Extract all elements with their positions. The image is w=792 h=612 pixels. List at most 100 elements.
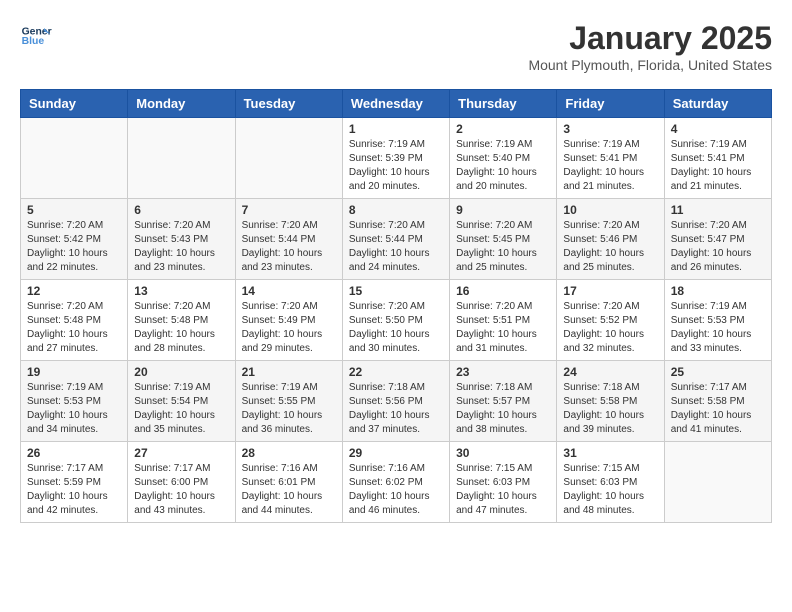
calendar-cell: 6 Sunrise: 7:20 AM Sunset: 5:43 PM Daylig… (128, 199, 235, 280)
day-detail: Sunrise: 7:19 AM Sunset: 5:55 PM Dayligh… (242, 381, 336, 437)
calendar-cell: 18Sunrise: 7:19 AM Sunset: 5:53 PM Dayli… (664, 280, 771, 361)
day-number: 23 (456, 365, 550, 379)
day-detail: Sunrise: 7:18 AM Sunset: 5:57 PM Dayligh… (456, 381, 550, 437)
day-detail: Sunrise: 7:20 AM Sunset: 5:45 PM Dayligh… (456, 219, 550, 275)
calendar-cell: 29 Sunrise: 7:16 AM Sunset: 6:02 PM Dayli… (342, 442, 449, 523)
day-detail: Sunrise: 7:20 AM Sunset: 5:44 PM Dayligh… (349, 219, 443, 275)
month-title: January 2025 (528, 20, 772, 57)
weekday-header-tuesday: Tuesday (235, 90, 342, 118)
day-detail: Sunrise: 7:19 AM Sunset: 5:54 PM Dayligh… (134, 381, 228, 437)
day-detail: Sunrise: 7:18 AM Sunset: 5:58 PM Dayligh… (563, 381, 657, 437)
day-detail: Sunrise: 7:20 AM Sunset: 5:46 PM Dayligh… (563, 219, 657, 275)
calendar-cell: 27 Sunrise: 7:17 AM Sunset: 6:00 PM Dayli… (128, 442, 235, 523)
location-text: Mount Plymouth, Florida, United States (528, 57, 772, 73)
day-detail: Sunrise: 7:19 AM Sunset: 5:41 PM Dayligh… (563, 138, 657, 194)
calendar-cell: 20 Sunrise: 7:19 AM Sunset: 5:54 PM Dayli… (128, 361, 235, 442)
day-number: 29 (349, 446, 443, 460)
calendar-cell: 10 Sunrise: 7:20 AM Sunset: 5:46 PM Dayli… (557, 199, 664, 280)
weekday-header-saturday: Saturday (664, 90, 771, 118)
calendar-week-row: 19Sunrise: 7:19 AM Sunset: 5:53 PM Dayli… (21, 361, 772, 442)
day-number: 8 (349, 203, 443, 217)
day-number: 24 (563, 365, 657, 379)
calendar-cell: 23 Sunrise: 7:18 AM Sunset: 5:57 PM Dayli… (450, 361, 557, 442)
day-detail: Sunrise: 7:19 AM Sunset: 5:41 PM Dayligh… (671, 138, 765, 194)
calendar-week-row: 26 Sunrise: 7:17 AM Sunset: 5:59 PM Dayli… (21, 442, 772, 523)
calendar-cell: 12 Sunrise: 7:20 AM Sunset: 5:48 PM Dayli… (21, 280, 128, 361)
calendar-cell: 2 Sunrise: 7:19 AM Sunset: 5:40 PM Daylig… (450, 118, 557, 199)
day-detail: Sunrise: 7:17 AM Sunset: 5:58 PM Dayligh… (671, 381, 765, 437)
day-detail: Sunrise: 7:20 AM Sunset: 5:49 PM Dayligh… (242, 300, 336, 356)
day-number: 28 (242, 446, 336, 460)
calendar-table: SundayMondayTuesdayWednesdayThursdayFrid… (20, 89, 772, 523)
day-detail: Sunrise: 7:19 AM Sunset: 5:53 PM Dayligh… (671, 300, 765, 356)
day-number: 26 (27, 446, 121, 460)
weekday-header-friday: Friday (557, 90, 664, 118)
calendar-cell: 14 Sunrise: 7:20 AM Sunset: 5:49 PM Dayli… (235, 280, 342, 361)
day-detail: Sunrise: 7:16 AM Sunset: 6:02 PM Dayligh… (349, 462, 443, 518)
calendar-cell: 30Sunrise: 7:15 AM Sunset: 6:03 PM Dayli… (450, 442, 557, 523)
day-detail: Sunrise: 7:20 AM Sunset: 5:51 PM Dayligh… (456, 300, 550, 356)
calendar-cell: 19Sunrise: 7:19 AM Sunset: 5:53 PM Dayli… (21, 361, 128, 442)
day-number: 22 (349, 365, 443, 379)
day-number: 5 (27, 203, 121, 217)
day-detail: Sunrise: 7:20 AM Sunset: 5:43 PM Dayligh… (134, 219, 228, 275)
day-number: 20 (134, 365, 228, 379)
day-number: 10 (563, 203, 657, 217)
logo: General Blue (20, 20, 52, 52)
day-detail: Sunrise: 7:20 AM Sunset: 5:42 PM Dayligh… (27, 219, 121, 275)
day-detail: Sunrise: 7:19 AM Sunset: 5:40 PM Dayligh… (456, 138, 550, 194)
calendar-cell (235, 118, 342, 199)
calendar-cell: 22Sunrise: 7:18 AM Sunset: 5:56 PM Dayli… (342, 361, 449, 442)
day-number: 14 (242, 284, 336, 298)
calendar-cell: 1 Sunrise: 7:19 AM Sunset: 5:39 PM Daylig… (342, 118, 449, 199)
calendar-cell: 13Sunrise: 7:20 AM Sunset: 5:48 PM Dayli… (128, 280, 235, 361)
day-number: 16 (456, 284, 550, 298)
calendar-week-row: 5 Sunrise: 7:20 AM Sunset: 5:42 PM Daylig… (21, 199, 772, 280)
day-number: 27 (134, 446, 228, 460)
day-detail: Sunrise: 7:19 AM Sunset: 5:39 PM Dayligh… (349, 138, 443, 194)
weekday-header-thursday: Thursday (450, 90, 557, 118)
calendar-cell: 4 Sunrise: 7:19 AM Sunset: 5:41 PM Daylig… (664, 118, 771, 199)
day-detail: Sunrise: 7:20 AM Sunset: 5:50 PM Dayligh… (349, 300, 443, 356)
svg-text:Blue: Blue (22, 36, 45, 47)
weekday-header-wednesday: Wednesday (342, 90, 449, 118)
calendar-cell: 24 Sunrise: 7:18 AM Sunset: 5:58 PM Dayli… (557, 361, 664, 442)
day-number: 4 (671, 122, 765, 136)
calendar-cell (664, 442, 771, 523)
day-detail: Sunrise: 7:20 AM Sunset: 5:47 PM Dayligh… (671, 219, 765, 275)
calendar-cell: 5 Sunrise: 7:20 AM Sunset: 5:42 PM Daylig… (21, 199, 128, 280)
day-detail: Sunrise: 7:15 AM Sunset: 6:03 PM Dayligh… (563, 462, 657, 518)
weekday-header-sunday: Sunday (21, 90, 128, 118)
calendar-cell: 16 Sunrise: 7:20 AM Sunset: 5:51 PM Dayli… (450, 280, 557, 361)
day-number: 1 (349, 122, 443, 136)
day-number: 31 (563, 446, 657, 460)
day-detail: Sunrise: 7:20 AM Sunset: 5:48 PM Dayligh… (27, 300, 121, 356)
calendar-cell (21, 118, 128, 199)
calendar-cell: 25Sunrise: 7:17 AM Sunset: 5:58 PM Dayli… (664, 361, 771, 442)
day-detail: Sunrise: 7:17 AM Sunset: 6:00 PM Dayligh… (134, 462, 228, 518)
day-number: 7 (242, 203, 336, 217)
day-detail: Sunrise: 7:20 AM Sunset: 5:52 PM Dayligh… (563, 300, 657, 356)
day-number: 17 (563, 284, 657, 298)
day-detail: Sunrise: 7:17 AM Sunset: 5:59 PM Dayligh… (27, 462, 121, 518)
calendar-cell: 26 Sunrise: 7:17 AM Sunset: 5:59 PM Dayli… (21, 442, 128, 523)
calendar-cell: 17 Sunrise: 7:20 AM Sunset: 5:52 PM Dayli… (557, 280, 664, 361)
calendar-cell: 9Sunrise: 7:20 AM Sunset: 5:45 PM Daylig… (450, 199, 557, 280)
calendar-cell: 3Sunrise: 7:19 AM Sunset: 5:41 PM Daylig… (557, 118, 664, 199)
day-number: 15 (349, 284, 443, 298)
day-detail: Sunrise: 7:15 AM Sunset: 6:03 PM Dayligh… (456, 462, 550, 518)
day-number: 21 (242, 365, 336, 379)
calendar-week-row: 12 Sunrise: 7:20 AM Sunset: 5:48 PM Dayli… (21, 280, 772, 361)
calendar-week-row: 1 Sunrise: 7:19 AM Sunset: 5:39 PM Daylig… (21, 118, 772, 199)
calendar-cell: 7Sunrise: 7:20 AM Sunset: 5:44 PM Daylig… (235, 199, 342, 280)
weekday-header-monday: Monday (128, 90, 235, 118)
day-number: 13 (134, 284, 228, 298)
day-number: 2 (456, 122, 550, 136)
calendar-cell: 28Sunrise: 7:16 AM Sunset: 6:01 PM Dayli… (235, 442, 342, 523)
page-header: General Blue January 2025 Mount Plymouth… (20, 20, 772, 73)
day-number: 12 (27, 284, 121, 298)
weekday-header-row: SundayMondayTuesdayWednesdayThursdayFrid… (21, 90, 772, 118)
day-detail: Sunrise: 7:19 AM Sunset: 5:53 PM Dayligh… (27, 381, 121, 437)
logo-icon: General Blue (20, 20, 52, 52)
day-number: 6 (134, 203, 228, 217)
